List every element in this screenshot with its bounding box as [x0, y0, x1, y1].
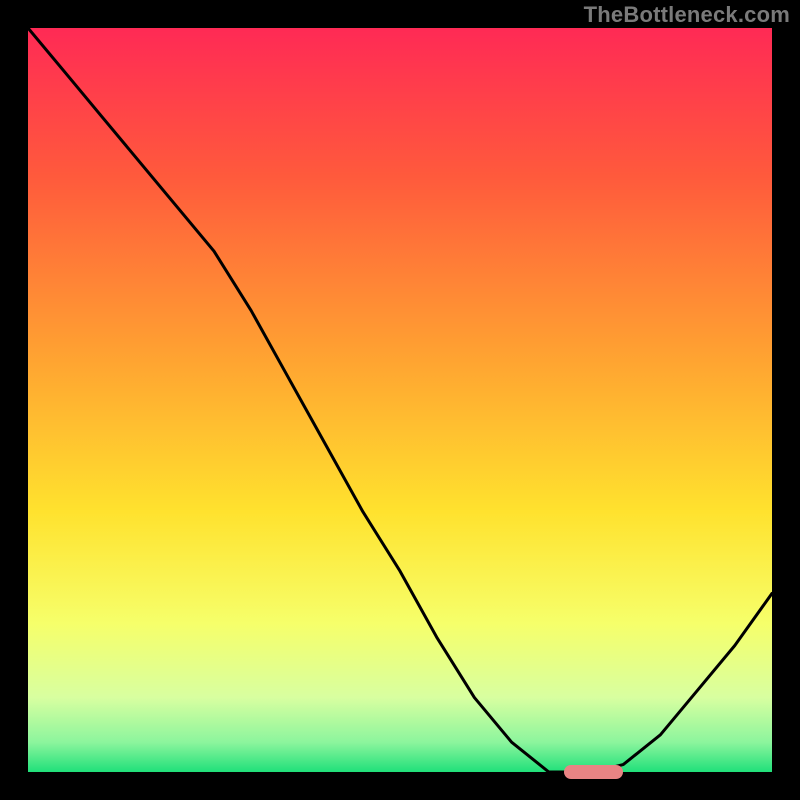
optimal-marker [564, 765, 624, 779]
watermark-text: TheBottleneck.com [584, 2, 790, 28]
chart-background [28, 28, 772, 772]
chart-frame [28, 28, 772, 772]
bottleneck-chart [28, 28, 772, 772]
